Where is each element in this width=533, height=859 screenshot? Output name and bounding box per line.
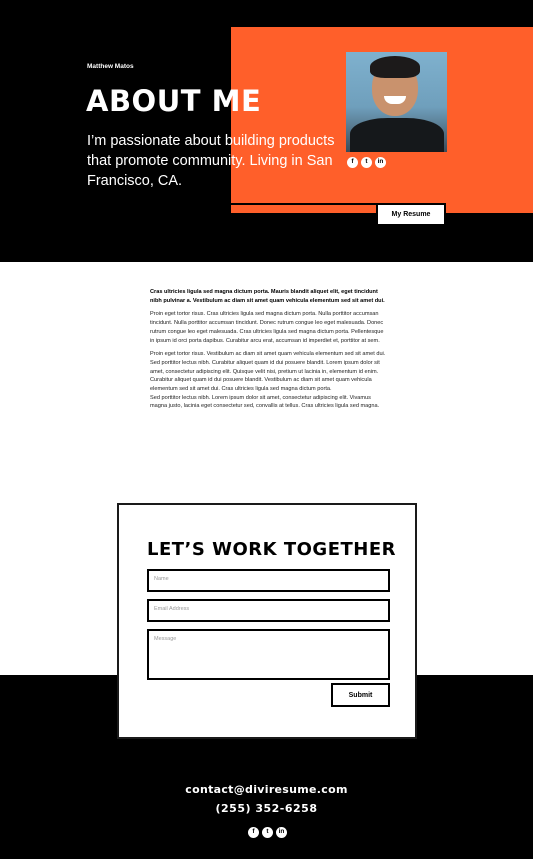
linkedin-icon[interactable]: in [375,157,386,168]
page-title: ABOUT ME [86,84,262,118]
article-paragraph: Sed porttitor lectus nibh. Lorem ipsum d… [150,394,380,410]
facebook-icon[interactable]: f [248,827,259,838]
submit-button[interactable]: Submit [331,683,390,707]
twitter-icon[interactable]: t [361,157,372,168]
message-textarea[interactable]: Message [147,629,390,680]
hero-divider [231,203,376,205]
twitter-icon[interactable]: t [262,827,273,838]
footer-social-links: f t in [248,827,287,838]
photo-hair [370,56,420,78]
article-body: Cras ultricies ligula sed magna dictum p… [150,288,386,416]
name-input[interactable]: Name [147,569,390,592]
article-paragraph: Proin eget tortor risus. Cras ultricies … [150,311,384,344]
footer-email[interactable]: contact@diviresume.com [0,783,533,796]
contact-title: LET’S WORK TOGETHER [147,539,396,560]
profile-photo [346,52,447,152]
my-resume-button[interactable]: My Resume [376,203,446,226]
linkedin-icon[interactable]: in [276,827,287,838]
email-input[interactable]: Email Address [147,599,390,622]
hero-section: Matthew Matos ABOUT ME I’m passionate ab… [0,0,533,262]
article-paragraph: Proin eget tortor risus. Vestibulum ac d… [150,351,386,393]
photo-body [350,118,444,152]
article-lead: Cras ultricies ligula sed magna dictum p… [150,289,385,304]
hero-social-links: f t in [347,157,386,168]
site-owner-name[interactable]: Matthew Matos [87,63,134,70]
contact-form-card: LET’S WORK TOGETHER Name Email Address M… [117,503,417,739]
footer-phone[interactable]: (255) 352-6258 [0,802,533,815]
hero-tagline: I’m passionate about building products t… [87,133,335,189]
facebook-icon[interactable]: f [347,157,358,168]
